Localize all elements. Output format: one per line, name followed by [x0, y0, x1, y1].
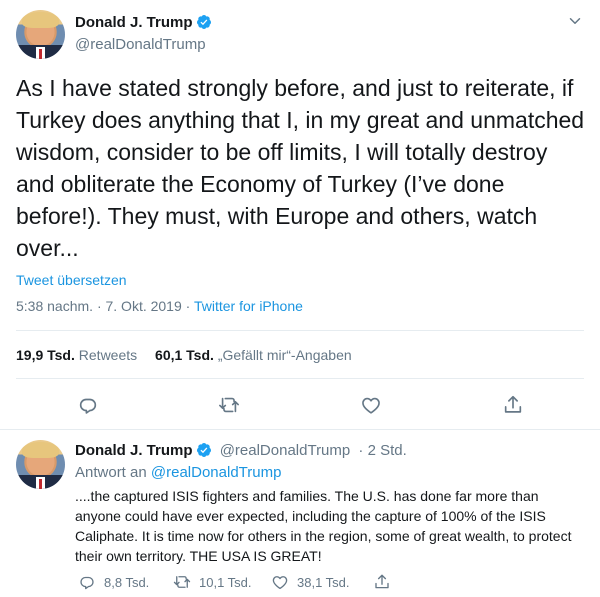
meta-separator: ·: [185, 298, 191, 314]
reply-prefix: Antwort an: [75, 464, 147, 481]
reply-icon[interactable]: [78, 573, 96, 591]
like-icon[interactable]: [271, 573, 289, 591]
timestamp[interactable]: 5:38 nachm. · 7. Okt. 2019: [16, 298, 182, 314]
retweets-stat[interactable]: 19,9 Tsd. Retweets: [16, 347, 137, 363]
author-name-text[interactable]: Donald J. Trump: [75, 14, 193, 31]
share-icon[interactable]: [502, 394, 524, 416]
author-name[interactable]: Donald J. Trump: [75, 14, 212, 31]
reply-like-action[interactable]: 38,1 Tsd.: [271, 573, 350, 591]
reply-tweet[interactable]: Donald J. Trump @realDonaldTrump · 2 Std…: [0, 430, 600, 597]
reply-count: 8,8 Tsd.: [104, 575, 150, 590]
reply-time-ago[interactable]: · 2 Std.: [358, 442, 406, 459]
reply-author-handle[interactable]: @realDonaldTrump: [220, 442, 351, 459]
reply-icon[interactable]: [77, 394, 99, 416]
tweet-text: As I have stated strongly before, and ju…: [16, 75, 585, 261]
source-link[interactable]: Twitter for iPhone: [194, 298, 303, 314]
retweets-label[interactable]: Retweets: [79, 347, 137, 363]
reply-retweet-action[interactable]: 10,1 Tsd.: [173, 573, 252, 591]
likes-stat[interactable]: 60,1 Tsd. „Gefällt mir“-Angaben: [155, 347, 352, 363]
engagement-stats: 19,9 Tsd. Retweets 60,1 Tsd. „Gefällt mi…: [16, 347, 352, 363]
reply-reply-action[interactable]: 8,8 Tsd.: [78, 573, 149, 591]
like-icon[interactable]: [360, 394, 382, 416]
like-count: 38,1 Tsd.: [297, 575, 350, 590]
likes-label[interactable]: „Gefällt mir“-Angaben: [218, 347, 352, 363]
reply-author-line: Donald J. Trump @realDonaldTrump · 2 Std…: [75, 442, 407, 459]
retweet-icon[interactable]: [218, 394, 240, 416]
tweet-meta: 5:38 nachm. · 7. Okt. 2019 · Twitter for…: [16, 298, 303, 314]
retweet-count: 10,1 Tsd.: [199, 575, 252, 590]
retweets-count[interactable]: 19,9 Tsd.: [16, 347, 75, 363]
translate-link[interactable]: Tweet übersetzen: [16, 272, 127, 288]
reply-context: Antwort an @realDonaldTrump: [75, 464, 281, 481]
divider: [16, 378, 584, 379]
divider: [16, 330, 584, 331]
likes-count[interactable]: 60,1 Tsd.: [155, 347, 214, 363]
reply-share-action[interactable]: [373, 573, 399, 591]
reply-text: ....the captured ISIS fighters and famil…: [75, 488, 572, 564]
reply-avatar[interactable]: [16, 440, 65, 489]
retweet-icon[interactable]: [173, 573, 191, 591]
reply-to-link[interactable]: @realDonaldTrump: [151, 464, 282, 481]
verified-badge-icon: [196, 443, 211, 457]
share-icon[interactable]: [373, 573, 391, 591]
reply-author-name[interactable]: Donald J. Trump: [75, 442, 193, 459]
avatar[interactable]: [16, 10, 65, 59]
verified-badge-icon: [196, 15, 211, 29]
author-handle[interactable]: @realDonaldTrump: [75, 36, 206, 53]
tweet-actions: [0, 394, 600, 418]
chevron-down-icon[interactable]: [566, 12, 584, 30]
